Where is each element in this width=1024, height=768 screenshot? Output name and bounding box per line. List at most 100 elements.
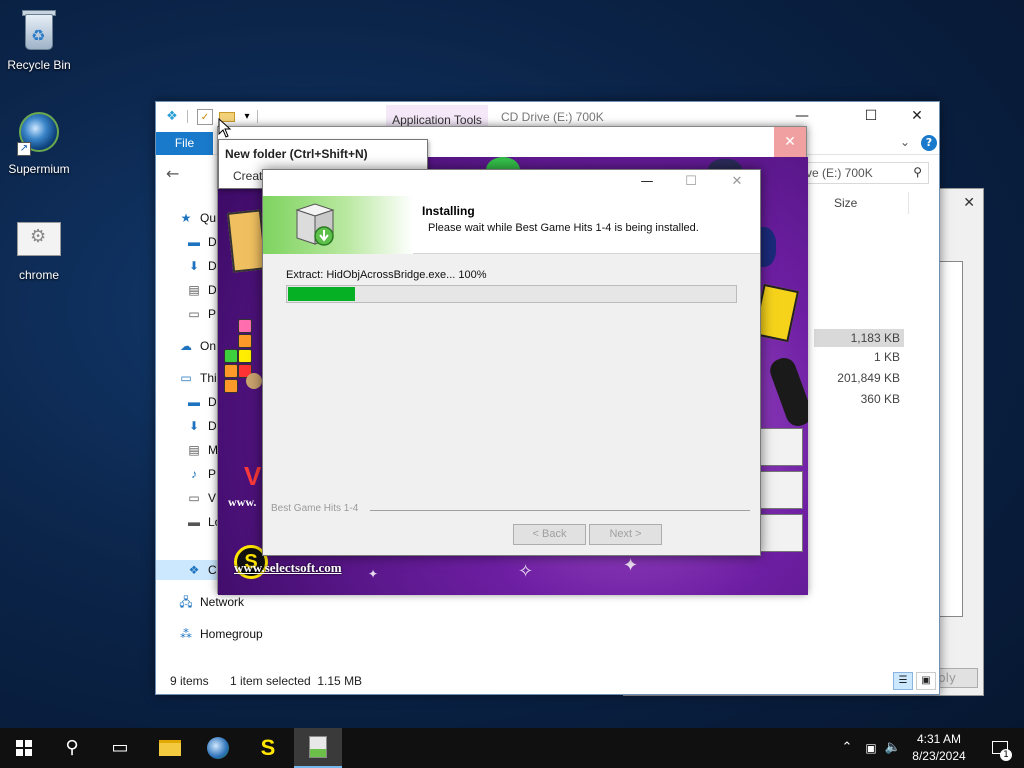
installer-header: Installing Please wait while Best Game H… [263,196,760,254]
close-icon[interactable]: ✕ [963,195,975,211]
taskbar-clock[interactable]: 4:31 AM 8/23/2024 [898,731,980,765]
nav-item-onedrive[interactable]: ☁ On [178,336,216,356]
search-icon: ⚲ [65,737,79,758]
cd-drive-icon: ❖ [188,563,200,577]
taskbar-file-explorer[interactable] [146,728,194,768]
close-button[interactable]: ✕ [894,102,940,132]
nav-item-downloads[interactable]: ⬇ D [186,256,217,276]
installer-titlebar: — ☐ ✕ [263,170,760,196]
tooltip-title: New folder (Ctrl+Shift+N) [225,147,368,161]
computer-icon: ▭ [180,371,192,385]
install-status-text: Extract: HidObjAcrossBridge.exe... 100% [286,269,487,281]
desktop-icon-chrome[interactable]: ⚙ chrome [1,218,77,282]
nav-item-documents[interactable]: ▤ D [186,280,216,300]
recycle-bin-icon: ♻ [17,8,61,52]
search-icon: ⚲ [913,165,922,179]
desktop-folder-icon: ▬ [188,235,200,249]
close-button[interactable]: ✕ [774,127,806,157]
nav-item-music[interactable]: ♪ P [186,464,216,484]
network-icon[interactable]: ▣ [860,728,882,768]
taskbar-supermium[interactable] [194,728,242,768]
desktop-icon-recycle-bin[interactable]: ♻ Recycle Bin [1,8,77,72]
customize-qat-icon[interactable]: ▾ [239,109,255,125]
ribbon-expand-icon[interactable]: ⌄ [900,135,910,149]
back-button[interactable]: < Back [513,524,586,545]
nav-item-homegroup[interactable]: ⁂ Homegroup [178,624,263,644]
maximize-button[interactable]: ☐ [669,170,713,196]
installer-brand: Best Game Hits 1-4 [271,503,359,514]
selectsoft-icon: S [260,735,276,760]
task-view-button[interactable]: ▭ [96,728,144,768]
progress-fill [288,287,356,301]
details-view-icon[interactable]: ☰ [893,672,913,690]
desktop-icon-label: Recycle Bin [7,58,71,72]
action-center-icon[interactable]: 1 [980,728,1020,768]
windows-logo-icon [16,740,32,756]
file-size-cell[interactable]: 1,183 KB [814,329,904,347]
notification-count-badge: 1 [1000,749,1012,761]
nav-item-desktop-2[interactable]: ▬ D [186,392,217,412]
maximize-button[interactable]: ☐ [848,102,894,132]
selection-info: 1 item selected 1.15 MB [230,674,363,688]
homegroup-icon: ⁂ [180,627,192,641]
desktop-icon-supermium[interactable]: ↗ Supermium [1,112,77,176]
desktop-folder-icon: ▬ [188,395,200,409]
document-icon: ▤ [188,443,200,457]
tab-file[interactable]: File [156,132,213,155]
installer-heading: Installing [422,204,475,218]
installer-window: — ☐ ✕ Installing Please wait while Best … [262,169,761,556]
close-button[interactable]: ✕ [715,170,759,196]
chrome-app-icon: ⚙ [17,218,61,262]
drive-icon: ▬ [188,515,200,529]
nav-item-quick-access[interactable]: ★ Qu [178,208,216,228]
nav-item-desktop[interactable]: ▬ D [186,232,217,252]
column-header-size[interactable]: Size [834,196,857,210]
network-icon: 🖧 [179,595,193,609]
start-button[interactable] [0,728,48,768]
file-size-cell[interactable]: 201,849 KB [814,371,904,385]
minimize-button[interactable]: — [625,170,669,196]
pictures-icon: ▭ [188,307,200,321]
taskbar-selectsoft[interactable]: S [244,728,292,768]
window-title: CD Drive (E:) 700K [501,110,604,124]
supermium-icon [207,737,229,759]
cloud-icon: ☁ [180,339,192,353]
help-icon[interactable]: ? [921,135,937,151]
launcher-url[interactable]: www.selectsoft.com [234,560,342,576]
file-size-cell[interactable]: 1 KB [814,350,904,364]
search-input[interactable]: ve (E:) 700K ⚲ [801,162,929,184]
clock-time: 4:31 AM [916,732,962,746]
task-view-icon: ▭ [111,737,129,758]
nav-item-downloads-2[interactable]: ⬇ D [186,416,217,436]
show-hidden-icons[interactable]: ⌃ [838,728,856,768]
install-progress-bar [286,285,737,303]
taskbar: ⚲ ▭ S ⌃ ▣ 🔈 4:31 AM 8/23/2024 1 [0,728,1024,768]
nav-item-documents-2[interactable]: ▤ M [186,440,218,460]
back-arrow-icon[interactable]: ← [166,164,179,183]
launcher-url-partial: www. [228,495,257,509]
nav-item-pictures[interactable]: ▭ P [186,304,216,324]
folder-icon [159,740,181,756]
file-size-cell[interactable]: 360 KB [814,392,904,406]
desktop-icon-label: chrome [18,268,59,282]
taskbar-installer[interactable] [294,728,342,768]
nav-item-this-pc[interactable]: ▭ Thi [178,368,216,388]
pictures-icon: ▭ [188,491,200,505]
nav-item-network[interactable]: 🖧 Network [178,592,244,612]
search-text: ve (E:) 700K [806,166,873,180]
search-button[interactable]: ⚲ [48,728,96,768]
star-icon: ★ [180,211,192,225]
installer-icon [309,736,327,758]
nav-item-pictures-2[interactable]: ▭ V [186,488,216,508]
music-icon: ♪ [191,467,197,481]
properties-icon[interactable]: ✓ [197,109,213,125]
desktop-icon-label: Supermium [8,162,70,176]
supermium-icon: ↗ [17,112,61,156]
install-box-icon [295,203,335,246]
clock-date: 8/23/2024 [912,749,966,763]
next-button[interactable]: Next > [589,524,662,545]
explorer-app-icon: ❖ [166,109,178,124]
document-icon: ▤ [188,283,200,297]
download-icon: ⬇ [188,259,200,273]
large-icons-view-icon[interactable]: ▣ [916,672,936,690]
